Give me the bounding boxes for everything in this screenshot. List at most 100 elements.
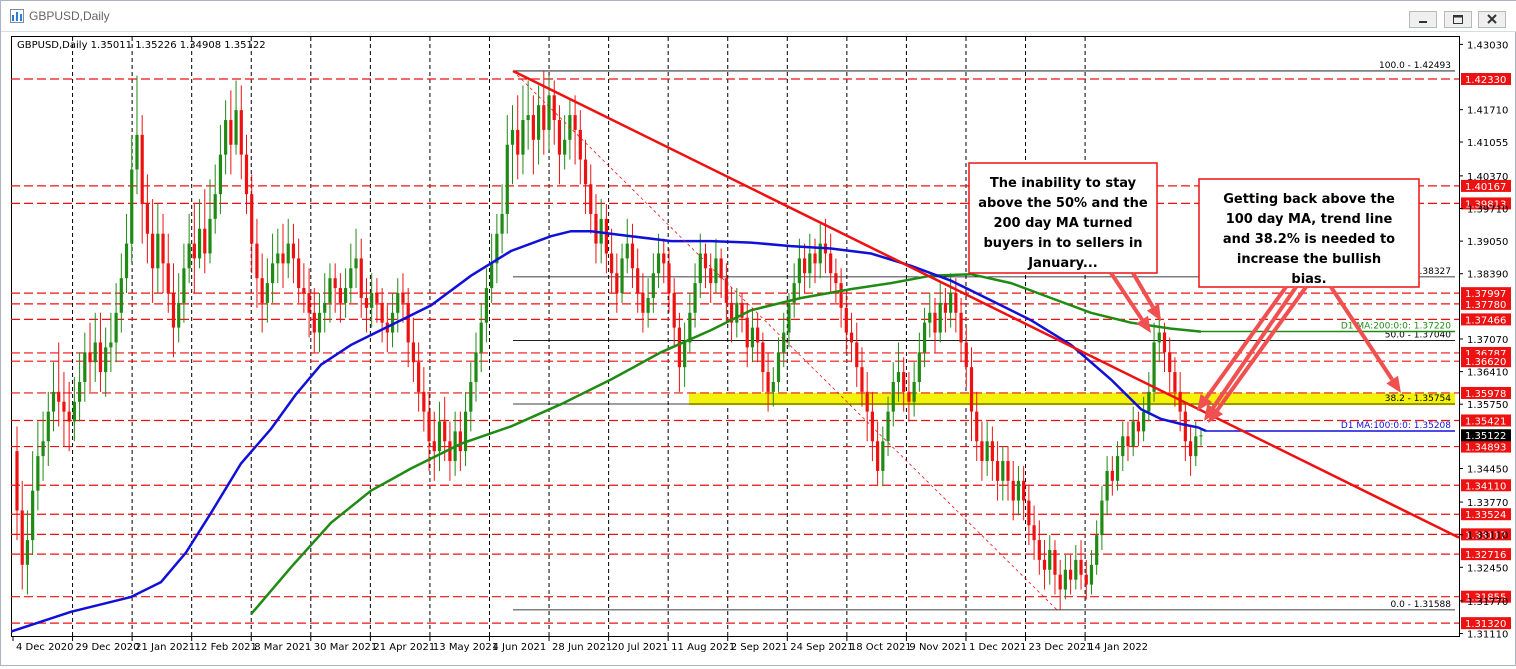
candle-body (573, 115, 577, 130)
candle-body (860, 367, 864, 392)
candle-body (93, 342, 97, 363)
candle-body (1121, 436, 1125, 457)
candle-body (364, 297, 369, 308)
candle-body (844, 307, 848, 333)
candle-body (750, 327, 755, 348)
candle-body (536, 105, 541, 140)
candle-body (417, 362, 421, 392)
x-tick-label: 4 Jun 2021 (492, 642, 546, 653)
candle-body (260, 278, 264, 303)
price-chart[interactable]: 1.423301.401671.398131.379971.377801.374… (10, 33, 1511, 665)
candle-body (323, 302, 327, 313)
candle-body (359, 258, 363, 298)
candle-body (1001, 461, 1005, 481)
level-price-label: 1.42330 (1465, 75, 1506, 86)
candle-body (902, 372, 906, 392)
x-tick-label: 24 Sep 2021 (790, 642, 853, 653)
candle-body (62, 401, 66, 412)
x-tick-label: 11 Aug 2021 (671, 642, 735, 653)
x-tick-label: 21 Apr 2021 (373, 642, 435, 653)
candle-body (270, 263, 275, 284)
x-tick-label: 18 Oct 2021 (850, 642, 912, 653)
candle-body (813, 253, 817, 264)
candle-body (244, 154, 249, 195)
x-tick-label: 14 Jan 2022 (1088, 642, 1148, 653)
callout-sellers-line: buyers in to sellers in (983, 236, 1142, 251)
x-tick-label: 8 Mar 2021 (254, 642, 311, 653)
candle-body (224, 120, 228, 155)
candle-body (557, 120, 562, 155)
candle-body (928, 312, 932, 323)
candle-body (766, 372, 770, 392)
candle-body (338, 288, 342, 303)
candle-body (1079, 559, 1083, 575)
candle-body (443, 421, 447, 442)
candle-body (197, 228, 202, 259)
candle-body (583, 159, 588, 185)
candle-body (124, 243, 129, 279)
candle-body (1183, 411, 1187, 442)
y-tick-label: 1.41710 (1467, 106, 1508, 117)
chart-window-icon (10, 9, 24, 23)
candle-body (1032, 525, 1036, 541)
candle-body (161, 233, 165, 264)
y-tick-label: 1.43030 (1467, 40, 1508, 51)
ma100-label: D1 MA:100:0:0: 1.35208 (1341, 421, 1451, 431)
candle-body (432, 441, 436, 452)
chart-area[interactable]: 1.42330 1.40167 1.39813 1.37997 1.37780 1.374… (10, 33, 1511, 665)
candle-body (1173, 372, 1177, 392)
level-price-label: 1.35978 (1465, 389, 1506, 400)
level-price-label: 1.34110 (1465, 481, 1506, 492)
candle-body (756, 327, 760, 343)
candle-body (542, 105, 546, 130)
candle-body (1110, 470, 1114, 481)
candle-body (975, 411, 979, 442)
candle-body (969, 367, 974, 412)
candle-body (1053, 550, 1057, 575)
candle-body (521, 120, 525, 155)
candle-body (1105, 470, 1109, 501)
level-price-label: 1.32716 (1465, 550, 1506, 561)
candle-body (703, 253, 708, 269)
candle-body (912, 381, 916, 402)
candle-body (213, 194, 217, 219)
candle-body (693, 283, 697, 313)
candle-body (458, 431, 462, 452)
candle-body (907, 391, 911, 402)
candle-body (802, 258, 807, 274)
candle-body (187, 243, 191, 269)
candle-body (808, 253, 812, 274)
close-icon[interactable] (1478, 11, 1506, 28)
candle-body (1188, 441, 1193, 457)
level-price-label: 1.37466 (1465, 315, 1506, 326)
x-tick-label: 4 Dec 2020 (16, 642, 74, 653)
candle-body (83, 352, 87, 382)
candle-body (411, 342, 416, 363)
candle-body (886, 411, 890, 442)
candle-body (1074, 559, 1078, 580)
candle-body (20, 510, 24, 565)
level-price-label: 1.31320 (1465, 619, 1506, 630)
y-tick-label: 1.39710 (1467, 204, 1508, 215)
candle-body (88, 352, 92, 363)
candle-body (771, 381, 775, 392)
candle-body (1168, 352, 1172, 373)
candle-body (881, 441, 885, 471)
candle-body (667, 263, 671, 294)
x-tick-label: 12 Feb 2021 (195, 642, 257, 653)
y-tick-label: 1.33770 (1467, 498, 1508, 509)
x-tick-label: 28 Jun 2021 (552, 642, 612, 653)
candle-body (709, 268, 713, 284)
candle-body (1022, 480, 1026, 501)
x-tick-label: 23 Dec 2021 (1029, 642, 1093, 653)
fib-label: 0.0 - 1.31588 (1391, 600, 1452, 610)
candle-body (1157, 332, 1161, 343)
candle-body (67, 411, 71, 422)
maximize-icon[interactable] (1444, 11, 1472, 28)
candle-body (938, 302, 942, 333)
y-tick-label: 1.41055 (1467, 138, 1508, 149)
candle-body (343, 288, 348, 303)
candle-body (15, 451, 19, 511)
minimize-icon[interactable] (1409, 11, 1437, 28)
candle-body (625, 243, 629, 259)
